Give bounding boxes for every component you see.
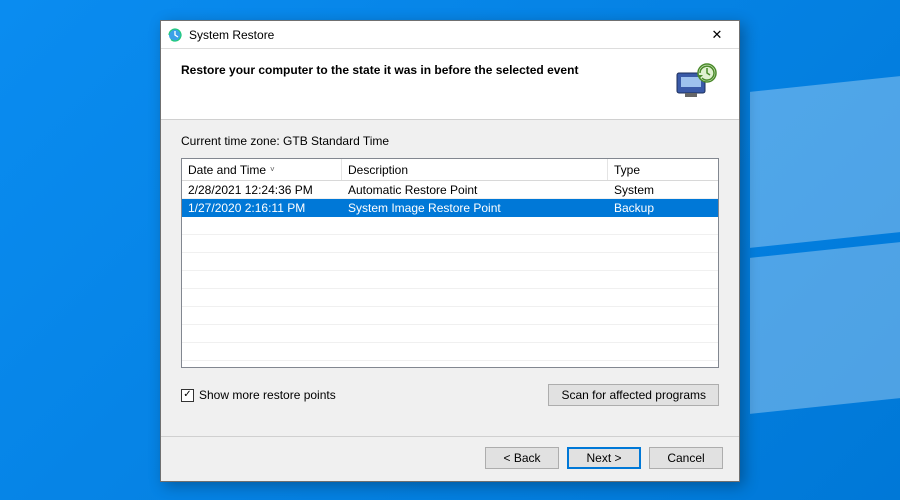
restore-icon	[167, 27, 183, 43]
empty-row	[182, 343, 718, 361]
empty-row	[182, 253, 718, 271]
empty-row	[182, 217, 718, 235]
body-area: Current time zone: GTB Standard Time Dat…	[161, 120, 739, 436]
cell-description: Automatic Restore Point	[342, 183, 608, 197]
back-button[interactable]: < Back	[485, 447, 559, 469]
cell-type: System	[608, 183, 718, 197]
scan-affected-button[interactable]: Scan for affected programs	[548, 384, 719, 406]
sort-indicator-icon: ˅	[270, 165, 275, 174]
header-strip: Restore your computer to the state it wa…	[161, 49, 739, 120]
titlebar: System Restore ✕	[161, 21, 739, 49]
table-body: 2/28/2021 12:24:36 PMAutomatic Restore P…	[182, 181, 718, 367]
show-more-label: Show more restore points	[199, 388, 336, 402]
window-title: System Restore	[189, 28, 701, 42]
next-button[interactable]: Next >	[567, 447, 641, 469]
column-header-description[interactable]: Description	[342, 159, 608, 180]
empty-row	[182, 289, 718, 307]
cell-type: Backup	[608, 201, 718, 215]
table-header: Date and Time ˅ Description Type	[182, 159, 718, 181]
column-header-label: Date and Time	[188, 163, 266, 177]
page-heading: Restore your computer to the state it wa…	[181, 61, 673, 77]
cell-date-time: 1/27/2020 2:16:11 PM	[182, 201, 342, 215]
show-more-checkbox[interactable]: ✓ Show more restore points	[181, 388, 336, 402]
time-zone-label: Current time zone:	[181, 134, 283, 148]
restore-hero-icon	[673, 61, 719, 101]
restore-points-table: Date and Time ˅ Description Type 2/28/20…	[181, 158, 719, 368]
empty-row	[182, 325, 718, 343]
column-header-label: Type	[614, 163, 640, 177]
time-zone-value: GTB Standard Time	[283, 134, 389, 148]
cell-description: System Image Restore Point	[342, 201, 608, 215]
table-row[interactable]: 1/27/2020 2:16:11 PMSystem Image Restore…	[182, 199, 718, 217]
system-restore-dialog: System Restore ✕ Restore your computer t…	[160, 20, 740, 482]
below-table-row: ✓ Show more restore points Scan for affe…	[181, 384, 719, 406]
checkbox-icon: ✓	[181, 389, 194, 402]
cell-date-time: 2/28/2021 12:24:36 PM	[182, 183, 342, 197]
empty-row	[182, 271, 718, 289]
column-header-label: Description	[348, 163, 408, 177]
dialog-footer: < Back Next > Cancel	[161, 436, 739, 481]
column-header-type[interactable]: Type	[608, 159, 718, 180]
empty-row	[182, 361, 718, 367]
time-zone-line: Current time zone: GTB Standard Time	[181, 134, 719, 148]
empty-row	[182, 235, 718, 253]
column-header-date-time[interactable]: Date and Time ˅	[182, 159, 342, 180]
close-button[interactable]: ✕	[701, 25, 733, 45]
table-row[interactable]: 2/28/2021 12:24:36 PMAutomatic Restore P…	[182, 181, 718, 199]
empty-row	[182, 307, 718, 325]
cancel-button[interactable]: Cancel	[649, 447, 723, 469]
